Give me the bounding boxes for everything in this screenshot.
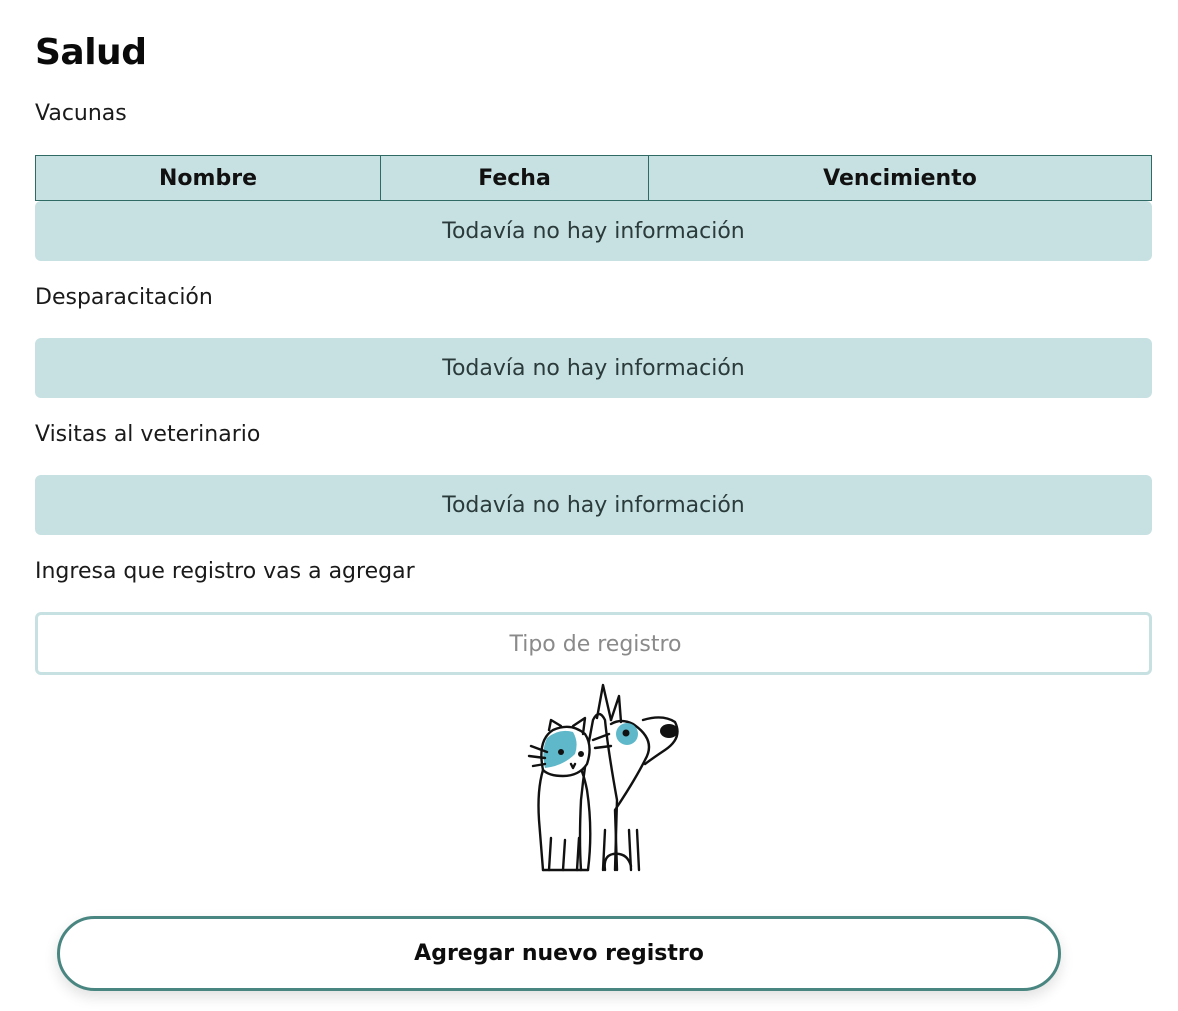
column-header-date[interactable]: Fecha bbox=[381, 156, 649, 200]
add-record-button[interactable]: Agregar nuevo registro bbox=[57, 916, 1061, 991]
column-header-expiration[interactable]: Vencimiento bbox=[649, 156, 1151, 200]
page-title: Salud bbox=[35, 32, 147, 73]
record-type-label: Ingresa que registro vas a agregar bbox=[35, 559, 415, 584]
record-type-field bbox=[35, 612, 1153, 675]
vaccines-table-header: Nombre Fecha Vencimiento bbox=[35, 155, 1152, 201]
cat-and-dog-icon bbox=[527, 683, 679, 872]
vet-visits-section-label: Visitas al veterinario bbox=[35, 422, 261, 447]
record-type-input[interactable] bbox=[38, 615, 1153, 674]
vet-visits-empty-state: Todavía no hay información bbox=[35, 475, 1152, 535]
vaccines-section-label: Vacunas bbox=[35, 101, 127, 126]
cat-and-dog-illustration bbox=[493, 680, 693, 880]
deworming-empty-state: Todavía no hay información bbox=[35, 338, 1152, 398]
vaccines-empty-state: Todavía no hay información bbox=[35, 201, 1152, 261]
deworming-section-label: Desparacitación bbox=[35, 285, 213, 310]
column-header-name[interactable]: Nombre bbox=[36, 156, 381, 200]
